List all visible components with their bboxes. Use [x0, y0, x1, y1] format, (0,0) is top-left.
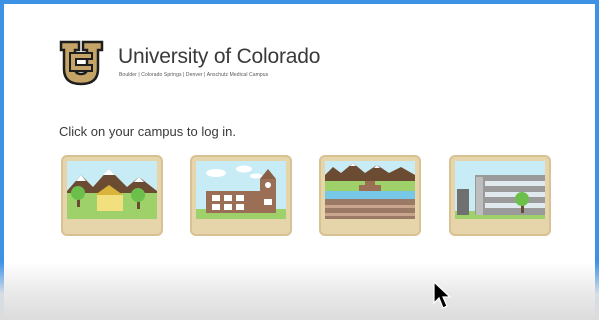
campus-tile-boulder[interactable]	[61, 155, 163, 236]
login-prompt: Click on your campus to log in.	[59, 124, 237, 139]
cu-logo-icon	[59, 38, 104, 86]
page-bottom-shade	[0, 262, 599, 320]
campus-tile-denver[interactable]	[319, 155, 421, 236]
brand-title: University of Colorado	[118, 45, 321, 68]
medical-building-campus-icon	[455, 161, 545, 219]
campus-tile-anschutz[interactable]	[449, 155, 551, 236]
mountain-campus-icon	[67, 161, 157, 219]
brand-campuses-line: Boulder | Colorado Springs | Denver | An…	[119, 72, 269, 78]
clocktower-campus-icon	[196, 161, 286, 219]
mouse-pointer-icon	[433, 280, 453, 311]
river-campus-icon	[325, 161, 415, 219]
campus-tile-colorado-springs[interactable]	[190, 155, 292, 236]
